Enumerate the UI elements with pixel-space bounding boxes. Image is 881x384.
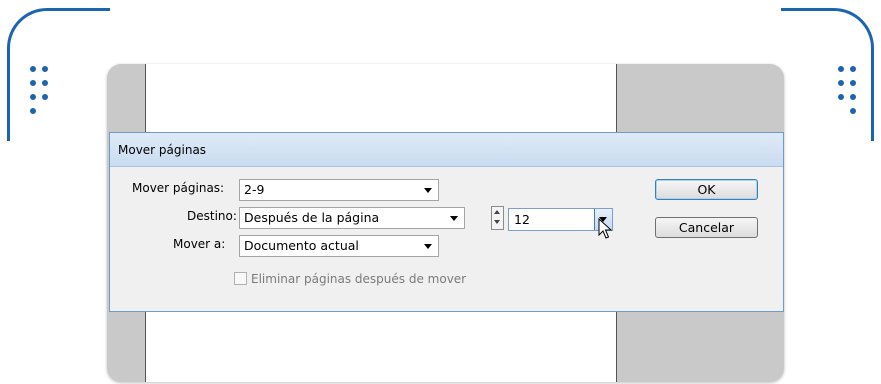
dots-decoration-right [838,66,862,126]
delete-pages-checkbox-row[interactable]: Eliminar páginas después de mover [234,272,466,286]
move-to-label: Mover a: [173,237,226,251]
dialog-titlebar[interactable]: Mover páginas [110,133,783,167]
move-pages-dialog: Mover páginas Mover páginas: 2-9 Destino… [109,132,784,312]
move-to-combo[interactable]: Documento actual [239,235,439,257]
dropdown-arrow-icon[interactable] [450,216,458,221]
spin-down-icon[interactable] [494,220,500,224]
dropdown-arrow-icon[interactable] [424,244,432,249]
mouse-cursor-icon [598,218,612,239]
destination-value: Después de la página [244,210,380,225]
dialog-body: Mover páginas: 2-9 Destino: Después de l… [111,167,782,310]
dots-decoration-left [30,66,54,126]
dialog-title: Mover páginas [118,143,207,157]
delete-pages-checkbox-label: Eliminar páginas después de mover [251,272,467,286]
cancel-button[interactable]: Cancelar [655,217,758,238]
page-number-value: 12 [514,212,530,227]
destination-label: Destino: [187,209,237,223]
move-pages-label: Mover páginas: [132,181,225,195]
ok-button[interactable]: OK [655,179,758,200]
move-to-value: Documento actual [244,238,359,253]
destination-combo[interactable]: Después de la página [239,207,465,229]
delete-pages-checkbox[interactable] [234,272,247,285]
spinner-icon[interactable] [491,206,504,230]
dropdown-arrow-icon[interactable] [424,188,432,193]
move-pages-value: 2-9 [244,182,265,197]
spin-up-icon[interactable] [494,210,500,214]
move-pages-combo[interactable]: 2-9 [239,179,439,201]
frame-corner-left [7,8,110,141]
